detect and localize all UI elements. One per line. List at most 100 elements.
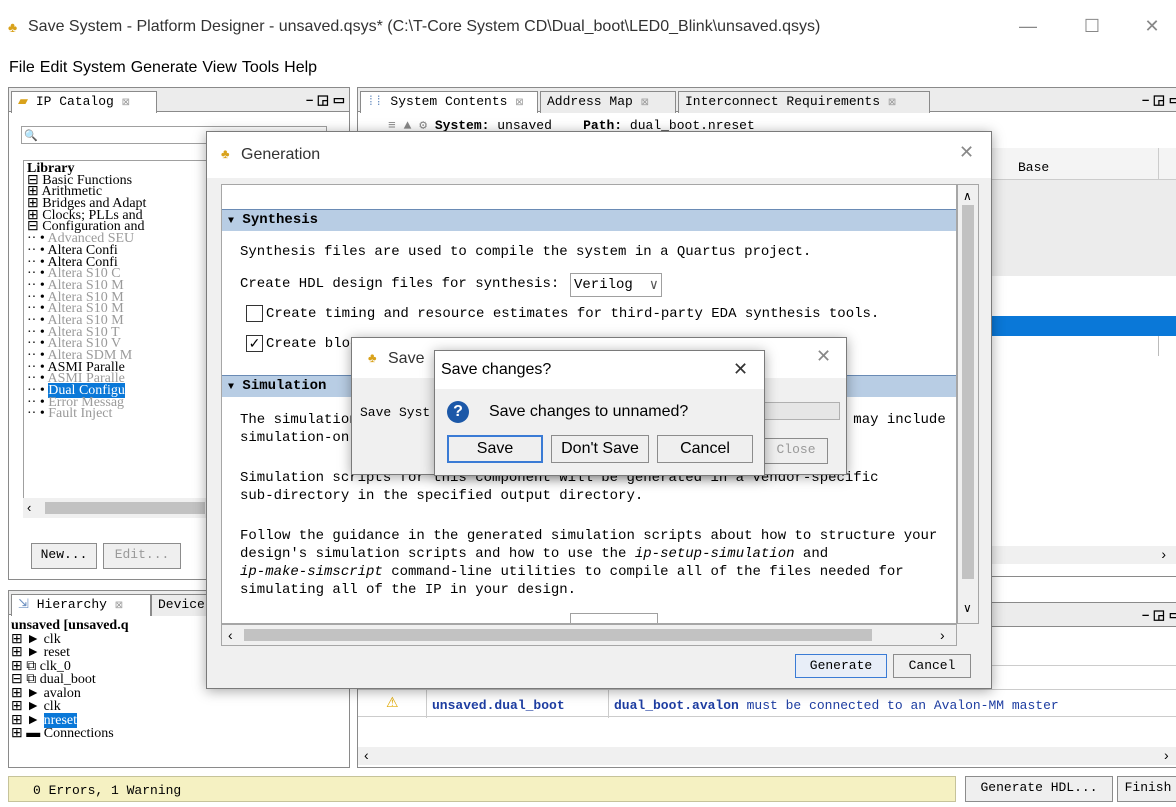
panel-controls[interactable]: – ◲ ▭ (306, 92, 345, 108)
text: command-line utilities to compile all of… (382, 564, 904, 580)
menu-tools[interactable]: Tools (242, 52, 279, 77)
save-system-label: Save Syst (360, 405, 431, 420)
tree-item[interactable]: ⊞ ► nreset (11, 712, 347, 728)
collapse-icon[interactable]: ▼ (228, 216, 234, 227)
table-row-selected[interactable] (978, 316, 1176, 336)
chevron-down-icon: ∨ (649, 278, 658, 294)
generation-vscrollbar[interactable]: ∧ ∨ (957, 184, 979, 624)
column-divider (1158, 148, 1159, 180)
save-button[interactable]: Save (447, 435, 543, 463)
message-text: dual_boot.avalon must be connected to an… (614, 698, 1059, 713)
app-icon: ♣ (368, 350, 377, 365)
hierarchy-icon: ⇲ (18, 597, 29, 612)
column-divider (608, 690, 609, 718)
close-icon[interactable]: ✕ (816, 346, 831, 367)
scroll-up-icon[interactable]: ∧ (963, 189, 972, 203)
tab-close-icon[interactable]: ⊠ (888, 98, 896, 109)
tree-prefix-icon[interactable]: ⊞ ▬ (11, 726, 44, 741)
scroll-thumb[interactable] (962, 205, 974, 579)
tab-device[interactable]: Device (151, 594, 211, 616)
simulation-select[interactable] (570, 613, 658, 623)
scroll-left-icon[interactable]: ‹ (27, 500, 31, 515)
section-label: Synthesis (242, 212, 319, 228)
scroll-left-icon[interactable]: ‹ (364, 747, 369, 763)
tab-label: Device (158, 597, 205, 612)
tree-item-label: Connections (43, 726, 114, 741)
save-system-close-button[interactable]: Close (764, 438, 828, 464)
save-changes-cancel-button[interactable]: Cancel (657, 435, 753, 463)
tree-item[interactable]: ⊞ ▬ Connections (11, 727, 347, 741)
generation-cancel-button[interactable]: Cancel (893, 654, 971, 678)
block-symbol-checkbox[interactable]: ✓ (246, 335, 263, 352)
generate-hdl-button[interactable]: Generate HDL... (965, 776, 1113, 802)
tree-item-label: Fault Inject (48, 406, 113, 422)
timing-checkbox[interactable] (246, 305, 263, 322)
hdl-select[interactable]: Verilog ∨ (570, 273, 662, 297)
scroll-thumb[interactable] (244, 629, 872, 641)
tab-close-icon[interactable]: ⊠ (515, 98, 523, 109)
close-icon[interactable]: ✕ (733, 359, 748, 380)
scroll-right-icon[interactable]: › (940, 627, 945, 643)
message-bold: dual_boot.avalon (614, 698, 739, 713)
tab-close-icon[interactable]: ⊠ (115, 601, 123, 612)
scroll-down-icon[interactable]: ∨ (963, 601, 972, 615)
dialog-title: Save changes? (441, 361, 552, 378)
dialog-title: Save (388, 350, 425, 367)
table-header: Base En (978, 148, 1176, 180)
message-row[interactable]: ⚠ unsaved.dual_boot dual_boot.avalon mus… (358, 689, 1176, 718)
status-bar: 0 Errors, 1 Warning (8, 776, 956, 802)
synthesis-header[interactable]: ▼ Synthesis (222, 209, 956, 231)
scroll-left-icon[interactable]: ‹ (228, 627, 233, 643)
grid-icon: ⁞⁞ (367, 94, 383, 109)
menu-view[interactable]: View (202, 52, 236, 77)
menu-file[interactable]: File (0, 52, 35, 77)
italic-text: ip-setup-simulation (634, 546, 795, 562)
tab-label: System Contents (390, 94, 508, 109)
scroll-right-icon[interactable]: › (1164, 747, 1169, 763)
table-hscrollbar[interactable]: › (978, 546, 1176, 564)
collapse-icon[interactable]: ▼ (228, 382, 234, 393)
messages-hscrollbar[interactable]: ‹ › (358, 747, 1176, 765)
tab-hierarchy[interactable]: ⇲ Hierarchy ⊠ (11, 594, 151, 616)
progress-bar (756, 402, 840, 420)
scroll-thumb[interactable] (45, 502, 205, 514)
tab-label: IP Catalog (35, 94, 114, 109)
edit-button[interactable]: Edit... (103, 543, 181, 569)
tab-label: Address Map (547, 94, 633, 109)
generation-hscrollbar[interactable]: ‹ › (221, 624, 957, 646)
maximize-button[interactable]: ☐ (1080, 14, 1104, 38)
new-button[interactable]: New... (31, 543, 97, 569)
finish-button[interactable]: Finish (1117, 776, 1176, 802)
dialog-titlebar: Save changes? ✕ (435, 351, 764, 389)
tab-interconnect-requirements[interactable]: Interconnect Requirements ⊠ (678, 91, 930, 113)
tab-close-icon[interactable]: ⊠ (641, 98, 649, 109)
panel-controls[interactable]: – ◲ ▭ (1142, 607, 1176, 623)
scroll-right-icon[interactable]: › (1161, 546, 1166, 562)
tree-prefix-icon[interactable]: ·· • (27, 406, 48, 421)
menu-edit[interactable]: Edit (40, 52, 68, 77)
dont-save-button[interactable]: Don't Save (551, 435, 649, 463)
title-bar: ♣ Save System - Platform Designer - unsa… (0, 0, 1176, 52)
tab-close-icon[interactable]: ⊠ (122, 98, 130, 109)
tree-item[interactable]: ⊞ ► clk (11, 700, 347, 714)
italic-text: ip-make-simscript (240, 564, 383, 580)
section-label: Simulation (242, 378, 327, 394)
tab-system-contents[interactable]: ⁞⁞ System Contents ⊠ (360, 91, 538, 113)
question-icon: ? (447, 401, 469, 423)
close-window-button[interactable]: ✕ (1140, 14, 1164, 38)
menu-help[interactable]: Help (284, 52, 317, 77)
tab-address-map[interactable]: Address Map ⊠ (540, 91, 676, 113)
simulation-desc-8: simulating all of the IP in your design. (240, 582, 577, 598)
text: design's simulation scripts and how to u… (240, 546, 635, 562)
message-rest: must be connected to an Avalon-MM master (738, 698, 1059, 713)
timing-label: Create timing and resource estimates for… (266, 306, 880, 322)
close-icon[interactable]: ✕ (959, 142, 974, 163)
menu-system[interactable]: System (72, 52, 125, 77)
panel-controls[interactable]: – ◲ ▭ (1142, 92, 1176, 108)
column-base[interactable]: Base (1018, 160, 1049, 175)
table-row[interactable] (978, 180, 1176, 276)
minimize-button[interactable]: — (1016, 14, 1040, 38)
menu-generate[interactable]: Generate (131, 52, 198, 77)
generate-button[interactable]: Generate (795, 654, 887, 678)
tab-ip-catalog[interactable]: ▰ IP Catalog ⊠ (11, 91, 157, 113)
